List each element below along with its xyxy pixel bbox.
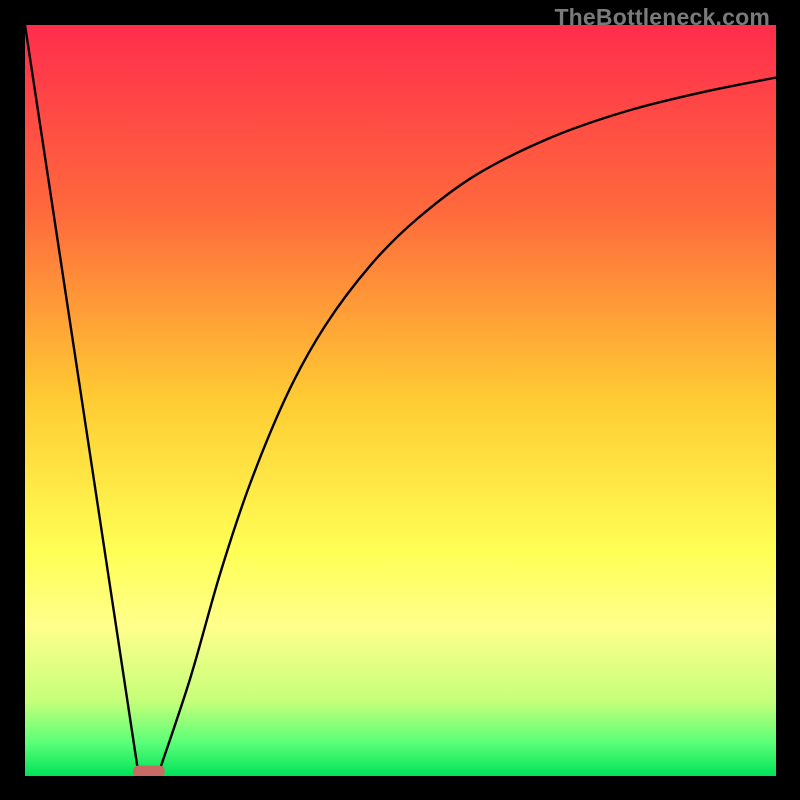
gradient-background <box>25 25 776 776</box>
chart-frame: TheBottleneck.com <box>0 0 800 800</box>
chart-svg <box>25 25 776 776</box>
plot-area <box>25 25 776 776</box>
minimum-marker <box>133 765 165 776</box>
